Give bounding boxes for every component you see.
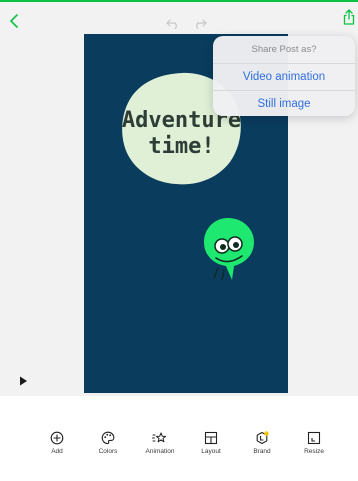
mascot-illustration[interactable] [198,214,258,282]
editor-screen: Adventure time! Share Post as? Video ani… [0,0,358,481]
share-option-still-image[interactable]: Still image [213,90,355,116]
play-button[interactable] [17,374,29,386]
chevron-left-icon [10,14,18,28]
brand-icon [256,431,269,445]
headline-line-2: time! [148,134,215,159]
top-bar [0,2,358,34]
toolbar-resize-label: Resize [304,448,324,455]
toolbar-layout-label: Layout [201,448,221,455]
animation-icon [152,432,167,443]
add-icon [50,431,64,445]
share-option-video-animation[interactable]: Video animation [213,64,355,90]
undo-button[interactable] [166,16,180,30]
layout-icon [204,431,218,445]
toolbar-resize-button[interactable]: Resize [289,431,339,455]
undo-icon [166,19,177,30]
share-icon [343,9,355,25]
bottom-toolbar: Add Colors Animation Layout Brand Resize [0,396,358,481]
toolbar-animation-button[interactable]: Animation [135,431,185,455]
share-popover: Share Post as? Video animation Still ima… [213,36,355,116]
share-popover-title: Share Post as? [213,36,355,64]
toolbar-colors-button[interactable]: Colors [83,431,133,455]
palette-icon [101,431,115,445]
toolbar-brand-label: Brand [253,448,271,455]
toolbar-add-label: Add [51,448,63,455]
play-icon [20,376,27,386]
redo-icon [196,19,207,30]
back-button[interactable] [9,14,21,28]
toolbar-add-button[interactable]: Add [32,431,82,455]
resize-icon [307,431,321,445]
toolbar-colors-label: Colors [98,448,118,455]
redo-button[interactable] [193,16,207,30]
toolbar-brand-button[interactable]: Brand [237,431,287,455]
toolbar-animation-label: Animation [145,448,175,455]
share-button[interactable] [343,9,355,25]
toolbar-layout-button[interactable]: Layout [186,431,236,455]
